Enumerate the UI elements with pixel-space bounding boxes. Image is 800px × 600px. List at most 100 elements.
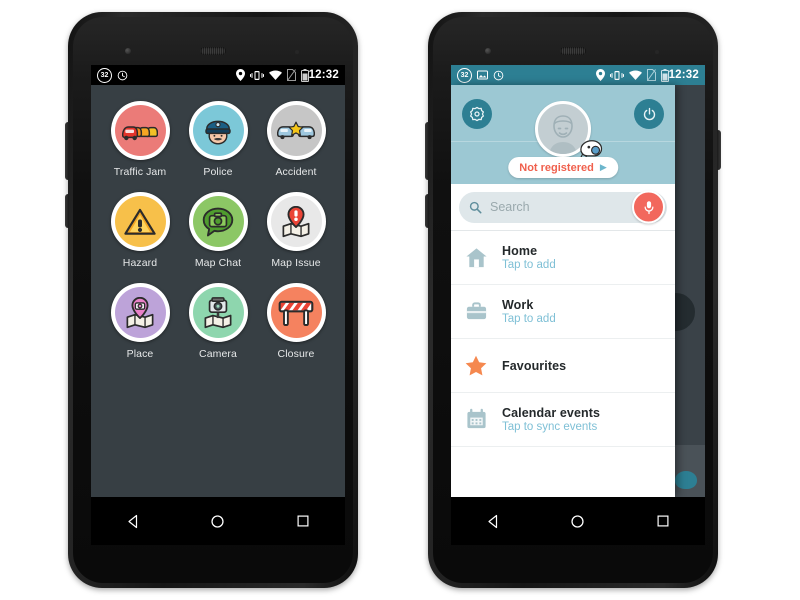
- home-nav-button[interactable]: [559, 502, 597, 540]
- front-camera: [485, 48, 491, 54]
- menu-item-title: Favourites: [502, 358, 567, 373]
- status-bar-right-icons: [235, 68, 309, 82]
- search-icon: [469, 201, 482, 214]
- speed-limit-32-badge: 32: [97, 67, 112, 83]
- search-placeholder: Search: [490, 200, 530, 214]
- report-menu-panel: Traffic Jam Police Accident Hazard Map C…: [91, 85, 345, 497]
- voice-search-button[interactable]: [632, 190, 665, 224]
- proximity-sensor: [295, 50, 299, 54]
- report-item-place[interactable]: Place: [101, 283, 179, 360]
- map-wazer-marker: [675, 471, 697, 489]
- closure-icon: [270, 287, 322, 338]
- side-button-right[interactable]: [717, 130, 721, 170]
- police-icon: [192, 105, 244, 156]
- menu-item-favourites[interactable]: Favourites: [451, 339, 675, 393]
- phone-right-device: 32 12:32 Not registered ▶ Search Home Ta…: [425, 12, 721, 588]
- earpiece-speaker: [200, 47, 226, 55]
- chevron-right-icon: ▶: [599, 162, 607, 172]
- no-sim-icon: [646, 69, 656, 81]
- status-bar-right: 32 12:32: [451, 65, 705, 85]
- wifi-icon: [628, 70, 642, 81]
- menu-item-work[interactable]: Work Tap to add: [451, 285, 675, 339]
- report-bubble[interactable]: [110, 192, 170, 251]
- vibrate-icon: [609, 70, 624, 81]
- menu-item-calendar-events[interactable]: Calendar events Tap to sync events: [451, 393, 675, 447]
- home-nav-button[interactable]: [199, 502, 237, 540]
- phone-right-body: 32 12:32 Not registered ▶ Search Home Ta…: [433, 17, 713, 583]
- report-bubble[interactable]: [266, 101, 326, 160]
- report-bubble[interactable]: [188, 283, 248, 342]
- menu-item-text: Calendar events Tap to sync events: [502, 406, 600, 433]
- report-item-closure[interactable]: Closure: [257, 283, 335, 360]
- report-item-label: Map Issue: [271, 257, 321, 269]
- earpiece-speaker: [560, 47, 586, 55]
- report-item-hazard[interactable]: Hazard: [101, 192, 179, 269]
- recents-nav-button[interactable]: [644, 502, 682, 540]
- traffic-jam-icon: [114, 105, 166, 156]
- report-bubble[interactable]: [110, 101, 170, 160]
- menu-item-subtitle: Tap to add: [502, 313, 556, 325]
- status-bar-clock: 12:32: [668, 69, 699, 81]
- menu-item-text: Work Tap to add: [502, 298, 556, 325]
- android-nav-bar-right: [451, 497, 705, 545]
- back-nav-button[interactable]: [114, 502, 152, 540]
- android-nav-bar-left: [91, 497, 345, 545]
- report-item-label: Place: [126, 348, 154, 360]
- status-bar-right-icons: [595, 68, 669, 82]
- calendar-icon: [463, 408, 489, 431]
- accident-icon: [270, 105, 322, 156]
- report-bubble[interactable]: [188, 192, 248, 251]
- power-button-left[interactable]: [65, 194, 69, 228]
- home-icon: [463, 246, 489, 269]
- report-item-label: Camera: [199, 348, 237, 360]
- report-item-traffic-jam[interactable]: Traffic Jam: [101, 101, 179, 178]
- profile-avatar-wrap[interactable]: [535, 101, 603, 159]
- registration-status-pill[interactable]: Not registered ▶: [508, 157, 618, 178]
- settings-button[interactable]: [462, 99, 492, 129]
- recents-nav-button[interactable]: [284, 502, 322, 540]
- status-bar-clock: 12:32: [308, 69, 339, 81]
- report-bubble[interactable]: [110, 283, 170, 342]
- menu-item-title: Calendar events: [502, 406, 601, 420]
- location-pin-icon: [595, 69, 605, 81]
- status-bar-left-icons: 32: [97, 67, 128, 83]
- status-bar-left: 32 12:32: [91, 65, 345, 85]
- volume-button-left[interactable]: [65, 122, 69, 180]
- map-issue-icon: [270, 196, 322, 247]
- map-chat-icon: [192, 196, 244, 247]
- speed-limit-32-badge: 32: [457, 67, 472, 83]
- clock-icon: [493, 70, 504, 81]
- report-bubble[interactable]: [266, 192, 326, 251]
- gear-icon: [469, 106, 485, 122]
- report-bubble[interactable]: [188, 101, 248, 160]
- menu-item-title: Home: [502, 244, 538, 258]
- status-badge: Not registered: [519, 161, 594, 174]
- no-sim-icon: [286, 69, 296, 81]
- wifi-icon: [268, 70, 282, 81]
- report-item-label: Hazard: [122, 257, 158, 269]
- power-button-right-device[interactable]: [425, 194, 429, 228]
- power-icon: [642, 107, 657, 122]
- drawer-panel: Not registered ▶ Search Home Tap to add …: [451, 85, 705, 497]
- volume-button-right-device[interactable]: [425, 122, 429, 180]
- speed-limit-value: 32: [460, 71, 469, 79]
- report-item-label: Map Chat: [194, 257, 242, 269]
- back-nav-button[interactable]: [474, 502, 512, 540]
- microphone-icon: [643, 200, 655, 214]
- report-item-accident[interactable]: Accident: [257, 101, 335, 178]
- report-item-label: Closure: [277, 348, 315, 360]
- power-off-button[interactable]: [634, 99, 664, 129]
- report-item-camera[interactable]: Camera: [179, 283, 257, 360]
- front-camera: [125, 48, 131, 54]
- menu-item-title: Work: [502, 298, 534, 312]
- status-bar-left-icons: 32: [457, 67, 504, 83]
- report-item-map-chat[interactable]: Map Chat: [179, 192, 257, 269]
- drawer-profile-header: Not registered ▶: [451, 85, 675, 184]
- menu-item-home[interactable]: Home Tap to add: [451, 231, 675, 285]
- camera-icon: [192, 287, 244, 338]
- report-item-map-issue[interactable]: Map Issue: [257, 192, 335, 269]
- report-item-police[interactable]: Police: [179, 101, 257, 178]
- report-bubble[interactable]: [266, 283, 326, 342]
- menu-item-subtitle: Tap to sync events: [502, 421, 598, 433]
- battery-icon: [300, 68, 309, 82]
